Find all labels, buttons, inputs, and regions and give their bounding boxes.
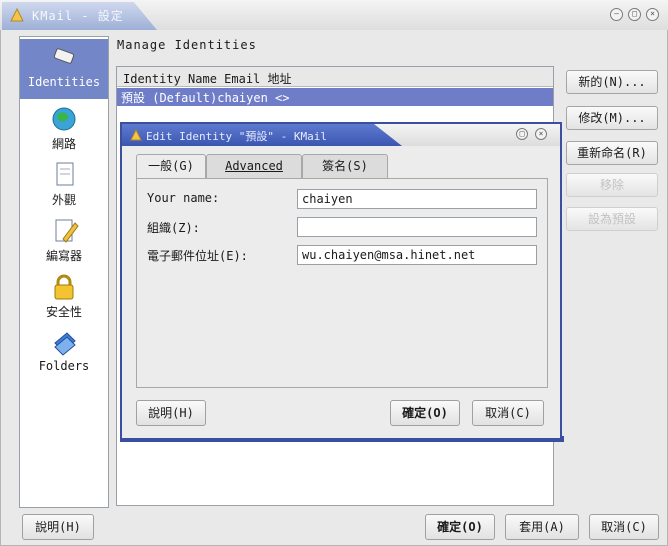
minimize-icon[interactable]: – — [610, 8, 623, 21]
general-tab-pane: Your name: chaiyen 組織(Z): 電子郵件位址(E): wu.… — [136, 178, 548, 388]
sidebar-item-label: Folders — [38, 359, 90, 373]
window-title: KMail - 設定 — [32, 9, 124, 23]
dialog-ok-button[interactable]: 確定(O) — [390, 400, 460, 426]
page-heading: Manage Identities — [117, 38, 257, 52]
identity-row[interactable]: 預設 (Default)chaiyen <> — [117, 88, 553, 106]
sidebar-item-folders[interactable]: Folders — [20, 329, 108, 379]
help-button[interactable]: 說明(H) — [22, 514, 94, 540]
dialog-help-button[interactable]: 說明(H) — [136, 400, 206, 426]
organization-label: 組織(Z): — [147, 221, 200, 235]
tab-advanced[interactable]: Advanced — [206, 154, 302, 179]
sidebar-item-security[interactable]: 安全性 — [20, 273, 108, 323]
tab-general[interactable]: 一般(G) — [136, 154, 206, 180]
email-label: 電子郵件位址(E): — [147, 249, 248, 263]
email-field[interactable]: wu.chaiyen@msa.hinet.net — [297, 245, 537, 265]
dialog-cancel-button[interactable]: 取消(C) — [472, 400, 544, 426]
dialog-maximize-icon[interactable]: □ — [516, 128, 528, 140]
sidebar-item-network[interactable]: 網路 — [20, 105, 108, 155]
edit-identity-dialog: Edit Identity "預設" - KMail □ × 一般(G) Adv… — [120, 122, 562, 440]
dialog-title: Edit Identity "預設" - KMail — [146, 130, 327, 143]
new-identity-button[interactable]: 新的(N)... — [566, 70, 658, 94]
organization-field[interactable] — [297, 217, 537, 237]
remove-identity-button[interactable]: 移除 — [566, 173, 658, 197]
composer-icon — [49, 217, 79, 245]
sidebar-item-label: 編寫器 — [45, 249, 82, 263]
cancel-button[interactable]: 取消(C) — [589, 514, 659, 540]
name-field[interactable]: chaiyen — [297, 189, 537, 209]
identities-icon — [49, 39, 79, 73]
dialog-close-icon[interactable]: × — [535, 128, 547, 140]
sidebar-item-label: 網路 — [51, 137, 76, 151]
app-icon — [10, 7, 24, 22]
modify-identity-button[interactable]: 修改(M)... — [566, 106, 658, 130]
globe-icon — [49, 105, 79, 133]
maximize-icon[interactable]: □ — [628, 8, 641, 21]
dialog-tabs: 一般(G) Advanced 簽名(S) — [134, 154, 394, 180]
rename-identity-button[interactable]: 重新命名(R) — [566, 141, 658, 165]
sidebar-item-label: 外觀 — [51, 193, 76, 207]
set-default-button[interactable]: 設為預設 — [566, 207, 658, 231]
sidebar-item-appearance[interactable]: 外觀 — [20, 161, 108, 211]
sidebar-item-identities[interactable]: Identities — [20, 39, 108, 99]
sidebar-item-label: Identities — [27, 75, 101, 89]
close-icon[interactable]: × — [646, 8, 659, 21]
lock-icon — [49, 273, 79, 301]
appearance-icon — [49, 161, 79, 189]
name-label: Your name: — [147, 191, 220, 205]
sidebar-item-label: 安全性 — [45, 305, 82, 319]
sidebar: Identities 網路 外觀 編寫器 安全性 Folders — [19, 36, 109, 508]
folders-icon — [49, 329, 79, 357]
tab-signature[interactable]: 簽名(S) — [302, 154, 388, 179]
ok-button[interactable]: 確定(O) — [425, 514, 495, 540]
sidebar-item-composer[interactable]: 編寫器 — [20, 217, 108, 267]
apply-button[interactable]: 套用(A) — [505, 514, 579, 540]
list-header[interactable]: Identity Name Email 地址 — [117, 67, 553, 87]
dialog-app-icon — [130, 128, 142, 141]
